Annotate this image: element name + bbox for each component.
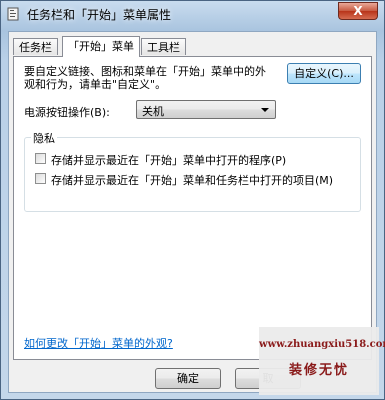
customize-description: 要自定义链接、图标和菜单在「开始」菜单中的外观和行为，请单击"自定义"。 <box>24 65 266 91</box>
watermark-name: 装修无忧 <box>288 363 349 378</box>
title-bar[interactable]: 任务栏和「开始」菜单属性 X <box>1 1 384 29</box>
close-button[interactable]: X <box>338 2 378 20</box>
help-link[interactable]: 如何更改「开始」菜单的外观? <box>24 335 173 351</box>
tab-toolbars[interactable]: 工具栏 <box>141 38 186 55</box>
power-button-value: 关机 <box>142 105 164 118</box>
privacy-group-title: 隐私 <box>31 130 57 146</box>
recent-programs-label: 存储并显示最近在「开始」菜单中打开的程序(P) <box>51 154 287 167</box>
ok-button[interactable]: 确定 <box>155 368 221 389</box>
watermark: www.zhuangxiu518.com 装修无忧 <box>259 327 385 395</box>
window-title: 任务栏和「开始」菜单属性 <box>27 8 172 22</box>
properties-window: 任务栏和「开始」菜单属性 X 任务栏 「开始」菜单 工具栏 要自定义链接、图标和… <box>0 0 385 400</box>
tab-start-menu[interactable]: 「开始」菜单 <box>62 36 140 57</box>
start-menu-panel: 要自定义链接、图标和菜单在「开始」菜单中的外观和行为，请单击"自定义"。 自定义… <box>13 56 372 360</box>
taskbar-icon <box>7 7 19 21</box>
power-button-label: 电源按钮操作(B): <box>24 106 110 119</box>
chevron-down-icon <box>261 108 269 112</box>
customize-button[interactable]: 自定义(C)... <box>287 63 361 84</box>
close-icon: X <box>353 4 363 18</box>
watermark-url: www.zhuangxiu518.com <box>259 339 385 350</box>
privacy-group: 隐私 存储并显示最近在「开始」菜单中打开的程序(P) 存储并显示最近在「开始」菜… <box>24 130 361 212</box>
recent-programs-checkbox[interactable] <box>35 153 46 164</box>
power-button-select[interactable]: 关机 <box>136 100 276 119</box>
recent-items-label: 存储并显示最近在「开始」菜单和任务栏中打开的项目(M) <box>51 174 334 187</box>
recent-items-checkbox[interactable] <box>35 173 46 184</box>
tab-taskbar[interactable]: 任务栏 <box>13 38 58 55</box>
